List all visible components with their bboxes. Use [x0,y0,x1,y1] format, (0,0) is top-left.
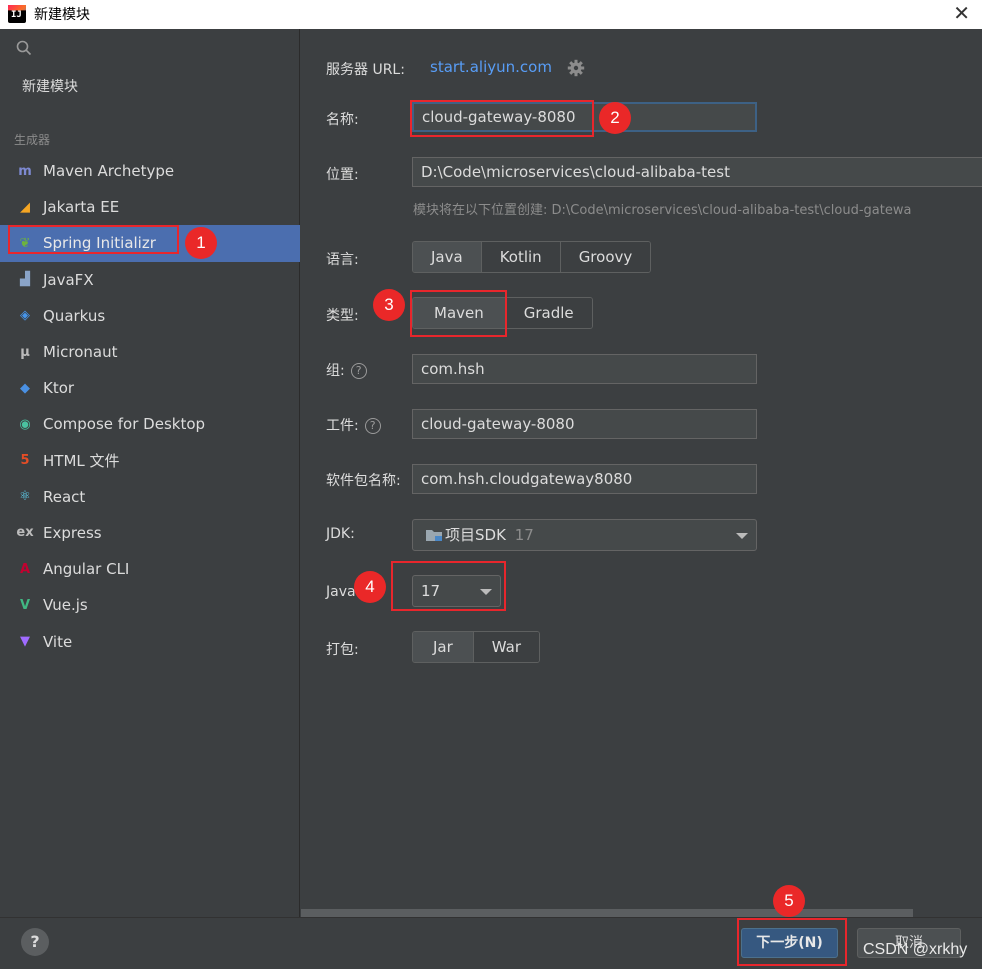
location-label: 位置: [326,167,359,183]
html5-icon: 5 [20,453,30,469]
sidebar-item-jakarta-ee[interactable]: ◢ Jakarta EE [0,189,300,225]
jdk-version: 17 [514,526,534,544]
artifact-label: 工件:? [326,415,381,435]
packaging-label: 打包: [326,642,359,658]
language-option-kotlin[interactable]: Kotlin [481,242,561,272]
sidebar-item-compose-for-desktop[interactable]: ◉ Compose for Desktop [0,406,300,442]
sidebar-item-label: Vue.js [43,596,88,615]
sidebar-item-label: React [43,487,86,506]
sidebar-item-vue-js[interactable]: V Vue.js [0,587,300,623]
server-url-link[interactable]: start.aliyun.com [430,58,552,76]
chevron-down-icon [736,533,748,539]
artifact-field[interactable]: cloud-gateway-8080 [412,409,757,439]
annotation-badge-2: 2 [599,102,631,134]
annotation-badge-1: 1 [185,227,217,259]
help-icon: ? [350,363,367,379]
type-option-gradle[interactable]: Gradle [505,298,592,328]
annotation-box-next [737,918,847,966]
react-icon: ⚛ [19,489,31,505]
jdk-value: 项目SDK [445,526,506,544]
annotation-badge-3: 3 [373,289,405,321]
location-hint: 模块将在以下位置创建: D:\Code\microservices\cloud-… [413,203,912,218]
language-option-java[interactable]: Java [413,242,482,272]
group-label: 组:? [326,360,367,380]
sidebar-item-label: JavaFX [43,270,94,289]
horizontal-scrollbar[interactable] [301,909,913,917]
help-button[interactable]: ? [21,928,49,956]
help-icon: ? [364,418,381,434]
sidebar-item-javafx[interactable]: ▟ JavaFX [0,262,300,298]
vite-icon: ▼ [20,634,30,650]
quarkus-icon: ◈ [20,308,30,324]
sidebar-item-angular-cli[interactable]: A Angular CLI [0,551,300,587]
gear-icon[interactable] [567,59,585,77]
module-settings-form: 服务器 URL: start.aliyun.com 名称: cloud-gate… [301,29,982,917]
close-icon[interactable]: ✕ [953,1,970,25]
annotation-badge-5: 5 [773,885,805,917]
packaging-option-war[interactable]: War [473,632,540,662]
compose-icon: ◉ [19,416,31,432]
name-label: 名称: [326,112,359,128]
generators-group-label: 生成器 [14,133,51,147]
sidebar-item-ktor[interactable]: ◆ Ktor [0,370,300,406]
express-icon: ex [16,525,34,541]
type-label: 类型: [326,308,359,324]
packaging-selector: Jar War [412,631,541,663]
group-field[interactable]: com.hsh [412,354,757,384]
package-name-label: 软件包名称: [326,473,401,489]
location-field[interactable]: D:\Code\microservices\cloud-alibaba-test [412,157,982,187]
annotation-box-name [410,100,594,137]
maven-icon: m [18,163,32,179]
vue-icon: V [19,597,31,613]
language-option-groovy[interactable]: Groovy [560,242,651,272]
server-url-label: 服务器 URL: [326,62,405,78]
sidebar-item-micronaut[interactable]: μ Micronaut [0,334,300,370]
sidebar-item-react[interactable]: ⚛ React [0,479,300,515]
annotation-badge-4: 4 [354,571,386,603]
sidebar-item-label: HTML 文件 [43,452,120,471]
sidebar-item-label: Maven Archetype [43,162,175,181]
search-icon [16,40,32,56]
sidebar-item-label: Quarkus [43,306,106,325]
sidebar-item-html[interactable]: 5 HTML 文件 [0,443,300,479]
sidebar-item-label: Micronaut [43,343,118,362]
sidebar-item-new-module[interactable]: 新建模块 [22,76,78,96]
jakarta-icon: ◢ [20,199,30,215]
sidebar-item-label: Vite [43,632,73,651]
sidebar-item-quarkus[interactable]: ◈ Quarkus [0,298,300,334]
csdn-watermark: CSDN @xrkhy [863,941,968,958]
intellij-app-icon: IJ [8,5,26,23]
window-title: 新建模块 [34,7,90,23]
language-selector: Java Kotlin Groovy [412,241,652,273]
ktor-icon: ◆ [20,380,30,396]
annotation-box-java-version [391,561,506,611]
package-name-field[interactable]: com.hsh.cloudgateway8080 [412,464,757,494]
jdk-label: JDK: [326,526,355,542]
sidebar-item-label: Express [43,523,102,542]
java-version-label: Java [326,584,356,600]
title-bar: IJ 新建模块 ✕ [0,0,982,29]
sidebar-item-express[interactable]: ex Express [0,515,300,551]
sidebar-item-maven-archetype[interactable]: m Maven Archetype [0,153,300,189]
generator-sidebar: 新建模块 生成器 m Maven Archetype ◢ Jakarta EE ❦ Spr… [0,29,300,917]
angular-icon: A [19,561,31,577]
sidebar-item-label: Compose for Desktop [43,415,206,434]
sidebar-item-label: Ktor [43,379,75,398]
sidebar-item-label: Jakarta EE [43,198,120,217]
sidebar-item-label: Angular CLI [43,560,130,579]
sidebar-item-vite[interactable]: ▼ Vite [0,623,300,659]
micronaut-icon: μ [20,344,30,360]
annotation-box-maven [410,290,507,337]
folder-icon [426,530,442,541]
annotation-box-spring [8,225,179,254]
sidebar-search[interactable] [0,29,300,65]
language-label: 语言: [326,252,359,268]
javafx-icon: ▟ [20,272,30,288]
jdk-dropdown[interactable]: 项目SDK 17 [412,519,757,551]
packaging-option-jar[interactable]: Jar [413,632,474,662]
